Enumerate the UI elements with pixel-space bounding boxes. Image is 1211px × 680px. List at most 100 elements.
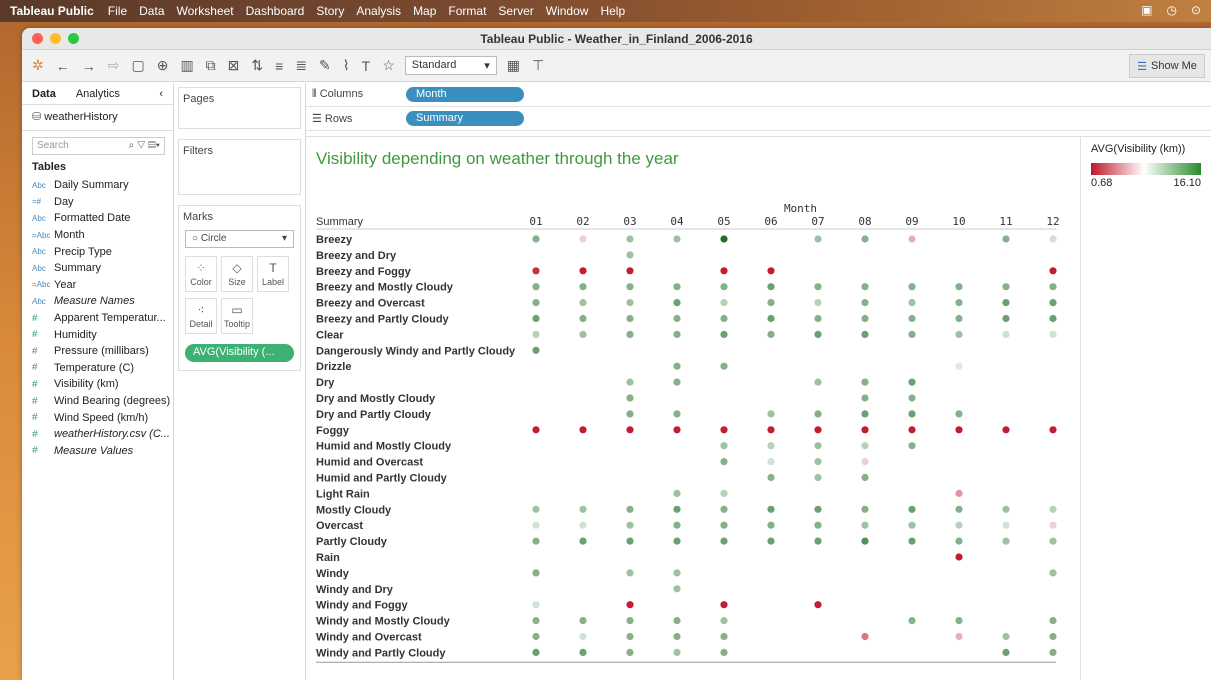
visibility-mark[interactable]	[579, 283, 587, 291]
visibility-mark[interactable]	[767, 473, 775, 482]
visibility-mark[interactable]	[955, 505, 963, 513]
visibility-mark[interactable]	[720, 235, 728, 243]
visibility-mark[interactable]	[1049, 648, 1057, 656]
visibility-mark[interactable]	[861, 426, 869, 434]
field-item[interactable]: =# Day	[22, 194, 173, 211]
visibility-mark[interactable]	[673, 537, 681, 545]
visibility-mark[interactable]	[1049, 267, 1057, 275]
visibility-mark[interactable]	[1049, 235, 1057, 243]
visibility-mark[interactable]	[720, 362, 728, 370]
visibility-mark[interactable]	[767, 442, 775, 450]
show-cards-icon[interactable]: ▦	[505, 57, 522, 74]
visibility-mark[interactable]	[908, 235, 916, 243]
visibility-mark[interactable]	[814, 283, 822, 291]
field-item[interactable]: # Wind Bearing (degrees)	[22, 393, 173, 410]
visibility-mark[interactable]	[861, 442, 869, 450]
visibility-mark[interactable]	[1049, 505, 1057, 513]
app-menu[interactable]: Tableau Public	[0, 4, 102, 18]
field-item[interactable]: # Humidity	[22, 326, 173, 343]
field-item[interactable]: # Pressure (millibars)	[22, 343, 173, 360]
visibility-mark[interactable]	[814, 601, 822, 609]
visibility-mark[interactable]	[861, 299, 869, 307]
visibility-mark[interactable]	[814, 537, 822, 545]
visibility-mark[interactable]	[767, 330, 775, 338]
visibility-mark[interactable]	[861, 521, 869, 529]
visibility-mark[interactable]	[532, 283, 540, 291]
visibility-mark[interactable]	[814, 378, 822, 386]
visibility-mark[interactable]	[1002, 235, 1010, 243]
detail-button[interactable]: ⁖ Detail	[185, 298, 217, 334]
visibility-measure-pill[interactable]: AVG(Visibility (...	[185, 344, 294, 362]
visibility-mark[interactable]	[720, 648, 728, 656]
visibility-mark[interactable]	[626, 251, 634, 259]
visibility-mark[interactable]	[579, 299, 587, 307]
play-icon[interactable]: ⊙	[1191, 3, 1201, 17]
visibility-mark[interactable]	[908, 410, 916, 418]
visibility-mark[interactable]	[814, 442, 822, 450]
tab-data[interactable]: Data	[22, 88, 66, 100]
pages-card[interactable]: Pages	[178, 87, 301, 129]
visibility-mark[interactable]	[1002, 648, 1010, 656]
collapse-icon[interactable]: ‹	[149, 88, 173, 100]
visibility-mark[interactable]	[908, 299, 916, 307]
sort-descending-icon[interactable]: ≣	[293, 57, 309, 74]
visibility-mark[interactable]	[1049, 617, 1057, 625]
visibility-mark[interactable]	[579, 521, 587, 529]
columns-shelf[interactable]: ⫴ Columns Month	[306, 83, 1211, 107]
visibility-mark[interactable]	[767, 521, 775, 529]
visibility-mark[interactable]	[673, 505, 681, 513]
search-input[interactable]: Search ⌕ ▽ ▤▾	[32, 137, 165, 155]
redo-icon[interactable]: ⇨	[106, 57, 122, 74]
group-icon[interactable]: ⌇	[341, 57, 352, 74]
visibility-mark[interactable]	[955, 299, 963, 307]
visibility-mark[interactable]	[532, 521, 540, 529]
visibility-mark[interactable]	[626, 283, 634, 291]
visibility-mark[interactable]	[814, 410, 822, 418]
visibility-mark[interactable]	[626, 617, 634, 625]
visibility-mark[interactable]	[579, 537, 587, 545]
visibility-mark[interactable]	[1049, 537, 1057, 545]
visibility-mark[interactable]	[626, 505, 634, 513]
visibility-mark[interactable]	[908, 617, 916, 625]
visibility-mark[interactable]	[626, 410, 634, 418]
visibility-mark[interactable]	[861, 632, 869, 641]
visibility-mark[interactable]	[767, 314, 775, 323]
visibility-mark[interactable]	[579, 632, 587, 641]
visibility-mark[interactable]	[532, 299, 540, 307]
visibility-mark[interactable]	[861, 394, 869, 402]
visibility-mark[interactable]	[720, 458, 728, 466]
menu-window[interactable]: Window	[540, 4, 595, 18]
visibility-mark[interactable]	[1002, 299, 1010, 307]
visibility-mark[interactable]	[720, 537, 728, 545]
visibility-mark[interactable]	[1049, 521, 1057, 529]
visibility-mark[interactable]	[720, 601, 728, 609]
visibility-mark[interactable]	[720, 330, 728, 338]
visibility-mark[interactable]	[814, 314, 822, 323]
visibility-mark[interactable]	[673, 632, 681, 641]
tab-analytics[interactable]: Analytics	[66, 88, 130, 100]
visibility-mark[interactable]	[720, 489, 728, 497]
visibility-mark[interactable]	[814, 458, 822, 466]
visibility-mark[interactable]	[767, 458, 775, 466]
forward-icon[interactable]: →	[80, 58, 98, 74]
visibility-mark[interactable]	[673, 283, 681, 291]
menu-help[interactable]: Help	[594, 4, 631, 18]
back-icon[interactable]: ←	[54, 58, 72, 74]
visibility-mark[interactable]	[1049, 426, 1057, 434]
visibility-mark[interactable]	[532, 569, 540, 577]
visibility-mark[interactable]	[720, 283, 728, 291]
field-item[interactable]: Abc Measure Names	[22, 293, 173, 310]
visibility-mark[interactable]	[626, 299, 634, 307]
visibility-mark[interactable]	[955, 426, 963, 434]
visibility-mark[interactable]	[579, 426, 587, 434]
visibility-mark[interactable]	[673, 362, 681, 370]
summary-pill[interactable]: Summary	[406, 111, 524, 126]
field-item[interactable]: # Measure Values	[22, 443, 173, 460]
field-item[interactable]: # Apparent Temperatur...	[22, 310, 173, 327]
visibility-mark[interactable]	[532, 330, 540, 338]
menu-format[interactable]: Format	[442, 4, 492, 18]
visibility-mark[interactable]	[767, 299, 775, 307]
visibility-mark[interactable]	[532, 648, 540, 656]
menu-file[interactable]: File	[102, 4, 133, 18]
visibility-mark[interactable]	[720, 426, 728, 434]
